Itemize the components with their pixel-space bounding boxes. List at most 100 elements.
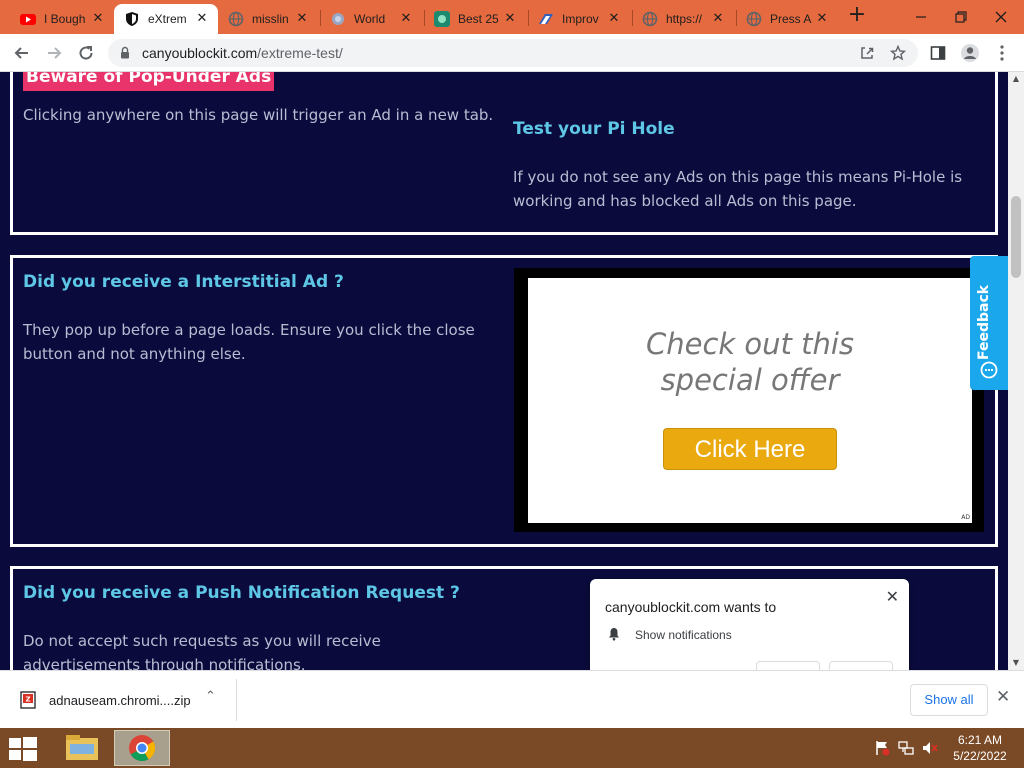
- tab-https[interactable]: https:// ✕: [632, 4, 734, 34]
- forward-arrow-icon[interactable]: [42, 41, 66, 65]
- tab-title: Improv: [562, 12, 599, 26]
- download-divider: [236, 679, 237, 721]
- chrome-taskbar-button[interactable]: [114, 730, 170, 766]
- page-scrollbar[interactable]: ▲ ▼: [1008, 72, 1024, 670]
- tab-title: misslin: [252, 12, 289, 26]
- tab-title: I Bough: [44, 12, 86, 26]
- tab-title: World: [354, 12, 386, 26]
- url-host: canyoublockit.com: [142, 45, 258, 61]
- globe-icon: [642, 11, 658, 27]
- menu-kebab-icon[interactable]: [990, 41, 1014, 65]
- tab-world[interactable]: World ✕: [320, 4, 422, 34]
- bookmark-star-icon[interactable]: [889, 44, 907, 63]
- notification-prompt-item: Show notifications: [635, 628, 732, 642]
- page-viewport: Beware of Pop-Under Ads Clicking anywher…: [0, 72, 1008, 670]
- popunder-description: Clicking anywhere on this page will trig…: [23, 106, 494, 124]
- tab-close-icon[interactable]: ✕: [398, 11, 414, 26]
- notification-block-button[interactable]: [829, 661, 893, 670]
- notification-close-icon[interactable]: ✕: [886, 587, 899, 606]
- tab-title: Best 25: [458, 12, 499, 26]
- browser-toolbar: canyoublockit.com/extreme-test/: [0, 34, 1024, 72]
- scroll-down-arrow-icon[interactable]: ▼: [1008, 656, 1024, 670]
- tab-close-icon[interactable]: ✕: [294, 11, 310, 26]
- push-description: Do not accept such requests as you will …: [23, 632, 381, 670]
- window-close-icon[interactable]: [984, 0, 1018, 34]
- folder-icon: [66, 735, 98, 760]
- tab-press[interactable]: Press A ✕: [736, 4, 838, 34]
- popunder-heading: Beware of Pop-Under Ads: [23, 72, 275, 91]
- reload-icon[interactable]: [74, 41, 98, 65]
- ad-headline: Check out this special offer: [528, 326, 972, 398]
- tab-improve[interactable]: Improv ✕: [528, 4, 630, 34]
- pihole-heading: Test your Pi Hole: [513, 119, 675, 139]
- chrome-icon: [129, 735, 156, 762]
- tab-title: Press A: [770, 12, 812, 26]
- tab-youtube[interactable]: I Bough ✕: [10, 4, 114, 34]
- download-shelf-close-icon[interactable]: ✕: [996, 687, 1010, 707]
- zip-file-icon: Z: [20, 691, 36, 709]
- bell-icon: [609, 628, 619, 641]
- site-icon: [539, 14, 553, 24]
- download-shelf: Z adnauseam.chromi....zip ⌃ Show all ✕: [0, 670, 1024, 728]
- address-bar[interactable]: canyoublockit.com/extreme-test/: [108, 39, 918, 67]
- globe-icon: [332, 13, 344, 25]
- notification-prompt-title: canyoublockit.com wants to: [605, 599, 777, 615]
- globe-icon: [746, 11, 762, 27]
- globe-icon: [228, 11, 244, 27]
- pihole-description: If you do not see any Ads on this page t…: [513, 168, 963, 210]
- interstitial-heading: Did you receive a Interstitial Ad ?: [23, 272, 344, 292]
- tab-extreme-test[interactable]: eXtrem ✕: [114, 4, 218, 34]
- restore-icon[interactable]: [944, 0, 978, 34]
- svg-text:Z: Z: [25, 696, 30, 704]
- download-options-chevron-icon[interactable]: ⌃: [205, 689, 216, 704]
- back-arrow-icon[interactable]: [10, 41, 34, 65]
- profile-avatar-icon[interactable]: [958, 41, 982, 65]
- lock-icon: [121, 46, 129, 59]
- file-explorer-taskbar-button[interactable]: [54, 730, 110, 766]
- tab-close-icon[interactable]: ✕: [502, 11, 518, 26]
- tab-close-icon[interactable]: ✕: [606, 11, 622, 26]
- tab-strip: I Bough ✕ eXtrem ✕ misslin ✕ World ✕ Bes…: [0, 0, 1024, 34]
- url-path: /extreme-test/: [257, 45, 343, 61]
- ad-click-here-button[interactable]: Click Here: [663, 428, 837, 470]
- tab-close-icon[interactable]: ✕: [710, 11, 726, 26]
- tab-close-icon[interactable]: ✕: [194, 11, 210, 26]
- tab-misslink[interactable]: misslin ✕: [218, 4, 318, 34]
- url-text[interactable]: canyoublockit.com/extreme-test/: [142, 45, 343, 61]
- windows-taskbar: 6:21 AM 5/22/2022: [0, 728, 1024, 768]
- download-filename[interactable]: adnauseam.chromi....zip: [49, 693, 191, 708]
- minimize-icon[interactable]: [904, 0, 938, 34]
- tab-close-icon[interactable]: ✕: [90, 11, 106, 26]
- new-tab-button[interactable]: +: [846, 4, 868, 27]
- tab-title: https://: [666, 12, 703, 26]
- shield-icon: [126, 12, 138, 26]
- tab-title: eXtrem: [148, 12, 187, 26]
- show-all-downloads-button[interactable]: Show all: [910, 684, 988, 716]
- notification-allow-button[interactable]: [756, 661, 820, 670]
- ad-creative[interactable]: Check out this special offer Click Here …: [528, 278, 972, 523]
- feedback-label: Feedback: [976, 284, 992, 360]
- side-panel-icon[interactable]: [926, 41, 950, 65]
- windows-start-icon[interactable]: [8, 736, 38, 762]
- interstitial-description: They pop up before a page loads. Ensure …: [23, 321, 475, 363]
- interstitial-ad[interactable]: Check out this special offer Click Here …: [514, 266, 984, 532]
- system-clock[interactable]: 6:21 AM 5/22/2022: [948, 732, 1012, 764]
- feedback-tab[interactable]: Feedback: [970, 256, 1008, 390]
- clock-date: 5/22/2022: [953, 749, 1007, 763]
- speaker-muted-icon[interactable]: [922, 740, 938, 756]
- chat-bubble-icon: [980, 361, 998, 379]
- popunder-section: Beware of Pop-Under Ads Clicking anywher…: [10, 72, 998, 235]
- ad-tag: AD: [961, 514, 970, 521]
- action-center-flag-icon[interactable]: [874, 740, 890, 756]
- tab-best-25[interactable]: Best 25 ✕: [424, 4, 526, 34]
- tab-close-icon[interactable]: ✕: [814, 11, 830, 26]
- scrollbar-thumb[interactable]: [1011, 196, 1021, 278]
- site-icon: [434, 11, 450, 27]
- scroll-up-arrow-icon[interactable]: ▲: [1008, 72, 1024, 86]
- notification-permission-prompt: canyoublockit.com wants to Show notifica…: [590, 579, 909, 670]
- share-icon[interactable]: [858, 45, 876, 63]
- network-icon[interactable]: [898, 740, 914, 756]
- ad-headline-line1: Check out this: [645, 327, 855, 361]
- ad-headline-line2: special offer: [660, 363, 840, 397]
- push-heading: Did you receive a Push Notification Requ…: [23, 583, 460, 603]
